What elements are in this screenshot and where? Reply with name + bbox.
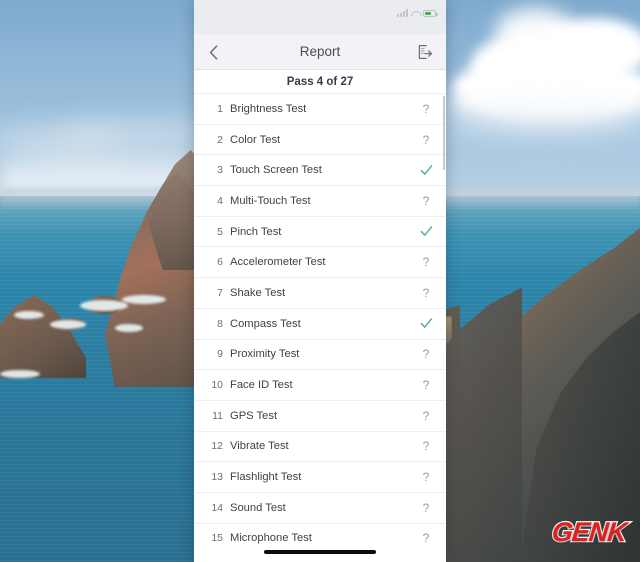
check-icon xyxy=(420,226,432,237)
chevron-left-icon xyxy=(209,44,218,60)
table-row[interactable]: 1 Brightness Test? xyxy=(194,94,446,125)
row-index: 5 xyxy=(217,225,223,238)
genk-watermark: GENK xyxy=(549,516,629,549)
status-pass-icon xyxy=(418,164,434,177)
status-pass-icon xyxy=(418,317,434,330)
table-row[interactable]: 4 Multi-Touch Test? xyxy=(194,186,446,217)
row-index: 11 xyxy=(212,409,223,422)
table-row[interactable]: 6 Accelerometer Test? xyxy=(194,247,446,279)
row-index: 10 xyxy=(211,379,223,392)
test-name: Compass Test xyxy=(230,317,301,330)
sea-foam xyxy=(115,324,143,332)
row-index: 9 xyxy=(217,348,223,361)
table-row[interactable]: 10 Face ID Test? xyxy=(194,370,446,401)
test-list[interactable]: 1 Brightness Test? 2 Color Test? 3 Touch Scre… xyxy=(194,94,446,548)
row-index: 8 xyxy=(217,317,223,330)
test-name: Multi-Touch Test xyxy=(230,194,311,207)
export-button[interactable] xyxy=(413,34,437,70)
test-name: Microphone Test xyxy=(230,532,312,545)
table-row[interactable]: 2 Color Test? xyxy=(194,125,446,156)
table-row[interactable]: 9 Proximity Test? xyxy=(194,340,446,371)
status-unknown-icon: ? xyxy=(422,470,430,485)
test-name: Pinch Test xyxy=(230,225,282,238)
table-row[interactable]: 8 Compass Test xyxy=(194,309,446,340)
row-index: 7 xyxy=(217,286,223,299)
test-name: Touch Screen Test xyxy=(230,164,322,177)
row-index: 1 xyxy=(217,102,223,115)
test-name: Vibrate Test xyxy=(230,440,289,453)
row-index: 12 xyxy=(211,440,223,453)
cloud xyxy=(440,105,640,139)
status-unknown-icon: ? xyxy=(422,378,430,393)
sea-foam xyxy=(14,311,44,319)
status-unknown-icon: ? xyxy=(422,285,430,300)
test-name: Color Test xyxy=(230,133,281,146)
test-name: Accelerometer Test xyxy=(230,256,326,269)
sea-foam xyxy=(122,295,166,304)
battery-icon xyxy=(423,9,438,17)
row-index: 15 xyxy=(211,532,223,545)
status-unknown-icon: ? xyxy=(422,408,430,423)
test-name: Proximity Test xyxy=(230,348,300,361)
row-index: 14 xyxy=(211,501,223,514)
export-icon xyxy=(418,44,433,60)
test-name: Brightness Test xyxy=(230,102,307,115)
table-row[interactable]: 11 GPS Test? xyxy=(194,401,446,432)
row-index: 6 xyxy=(217,256,223,269)
sea-foam xyxy=(50,320,86,329)
check-icon xyxy=(420,164,432,175)
sea-foam xyxy=(0,370,40,378)
status-pass-icon xyxy=(418,225,434,238)
status-unknown-icon: ? xyxy=(422,347,430,362)
cloud xyxy=(10,152,200,170)
cellular-signal-icon xyxy=(397,9,408,17)
table-row[interactable]: 7 Shake Test? xyxy=(194,278,446,309)
scrollbar-thumb[interactable] xyxy=(443,96,445,170)
table-row[interactable]: 14 Sound Test? xyxy=(194,493,446,524)
table-row[interactable]: 3 Touch Screen Test xyxy=(194,155,446,187)
status-unknown-icon: ? xyxy=(422,101,430,116)
row-index: 2 xyxy=(217,133,223,146)
home-indicator-area xyxy=(194,548,446,562)
table-row[interactable]: 12 Vibrate Test? xyxy=(194,432,446,463)
table-row[interactable]: 13 Flashlight Test? xyxy=(194,462,446,493)
test-name: GPS Test xyxy=(230,409,278,422)
status-bar-indicators xyxy=(397,9,438,17)
table-row[interactable]: 5 Pinch Test xyxy=(194,217,446,248)
status-unknown-icon: ? xyxy=(422,439,430,454)
wifi-icon xyxy=(411,10,420,17)
phone-screenshot-panel: Report Pass 4 of 27 1 Brightness Test? 2 Co… xyxy=(194,0,446,562)
row-index: 13 xyxy=(211,471,223,484)
navigation-bar: Report xyxy=(194,34,446,70)
status-unknown-icon: ? xyxy=(422,531,430,546)
page-title: Report xyxy=(299,44,341,59)
home-indicator[interactable] xyxy=(264,550,376,554)
table-row[interactable]: 15 Microphone Test? xyxy=(194,524,446,548)
check-icon xyxy=(420,318,432,329)
status-bar xyxy=(194,0,446,34)
cloud xyxy=(495,8,575,56)
test-name: Sound Test xyxy=(230,501,286,514)
test-name: Flashlight Test xyxy=(230,471,302,484)
status-unknown-icon: ? xyxy=(422,500,430,515)
status-unknown-icon: ? xyxy=(422,132,430,147)
test-name: Shake Test xyxy=(230,286,286,299)
pass-summary: Pass 4 of 27 xyxy=(194,70,446,94)
row-index: 3 xyxy=(217,164,223,177)
row-index: 4 xyxy=(217,194,223,207)
test-name: Face ID Test xyxy=(230,379,293,392)
status-unknown-icon: ? xyxy=(422,255,430,270)
status-unknown-icon: ? xyxy=(422,193,430,208)
sea-foam xyxy=(80,300,128,311)
back-button[interactable] xyxy=(203,34,224,70)
